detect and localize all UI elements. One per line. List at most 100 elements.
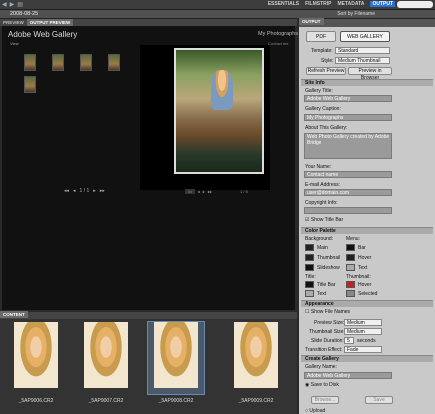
view-link[interactable]: View bbox=[10, 41, 19, 46]
thumbnail-colors-label: Thumbnail: bbox=[346, 274, 371, 280]
section-create-gallery[interactable]: Create Gallery bbox=[301, 355, 433, 362]
section-color-palette[interactable]: Color Palette bbox=[301, 227, 433, 234]
folder-icon[interactable]: ▤ bbox=[17, 1, 23, 8]
bar-label: Bar bbox=[358, 245, 366, 251]
title-bar-label: Title Bar bbox=[317, 282, 336, 288]
thumbnail-bg-color-swatch[interactable] bbox=[305, 254, 314, 261]
gallery-thumbnail[interactable] bbox=[24, 54, 36, 71]
section-appearance[interactable]: Appearance bbox=[301, 300, 433, 307]
show-file-names-label: Show File Names bbox=[310, 309, 351, 315]
gallery-caption: My Photographs bbox=[258, 31, 299, 37]
first-page-icon[interactable]: ◂◂ bbox=[64, 188, 69, 194]
slideshow-label: Slideshow bbox=[317, 265, 340, 271]
preview-size-select[interactable]: Medium bbox=[344, 319, 382, 326]
output-panel-header: OUTPUT bbox=[299, 18, 435, 27]
slideshow-icon[interactable]: ▭ bbox=[185, 189, 195, 194]
thumbnail-size-select[interactable]: Medium bbox=[344, 328, 382, 335]
transition-select[interactable]: Fade bbox=[344, 346, 382, 353]
style-select[interactable]: Medium Thumbnail bbox=[335, 57, 390, 64]
gallery-thumbnail[interactable] bbox=[52, 54, 64, 71]
template-select[interactable]: Standard bbox=[335, 47, 390, 54]
selected-color-swatch[interactable] bbox=[346, 290, 355, 297]
title-text-label: Text bbox=[317, 291, 327, 297]
your-name-field[interactable]: Contact name bbox=[304, 171, 392, 178]
copyright-label: Copyright Info: bbox=[305, 200, 338, 206]
next-page-icon[interactable]: ▸ bbox=[93, 188, 96, 194]
thumbnail-hover-color-swatch[interactable] bbox=[346, 281, 355, 288]
section-site-info[interactable]: Site Info bbox=[301, 79, 433, 86]
bar-color-swatch[interactable] bbox=[346, 244, 355, 251]
pdf-button[interactable]: PDF bbox=[306, 31, 336, 42]
main-color-swatch[interactable] bbox=[305, 244, 314, 251]
gallery-title-field[interactable]: Adobe Web Gallery bbox=[304, 95, 392, 102]
gallery-name-field[interactable]: Adobe Web Gallery bbox=[304, 372, 392, 379]
title-colors-label: Title: bbox=[305, 274, 316, 280]
prev-image-icon[interactable]: ◂ bbox=[198, 189, 200, 194]
file-name: _5AP9007.CR2 bbox=[88, 398, 124, 404]
hover-color-swatch[interactable] bbox=[346, 254, 355, 261]
show-title-bar-checkbox[interactable]: ☑ Show Title Bar bbox=[305, 217, 343, 223]
menu-text-label: Text bbox=[358, 265, 368, 271]
workspace-essentials[interactable]: ESSENTIALS bbox=[268, 1, 299, 7]
contact-link[interactable]: Contact me bbox=[268, 41, 288, 46]
preview-tabs: PREVIEW OUTPUT PREVIEW bbox=[0, 19, 297, 26]
show-file-names-checkbox[interactable]: ☐ Show File Names bbox=[305, 309, 350, 315]
email-label: E-mail Address: bbox=[305, 182, 341, 188]
sort-menu[interactable]: Sort by Filename bbox=[337, 11, 375, 17]
email-field[interactable]: user@domain.com bbox=[304, 189, 392, 196]
next-image-icon[interactable]: ▸▸ bbox=[208, 189, 212, 194]
gallery-thumbnail[interactable] bbox=[80, 54, 92, 71]
slide-duration-field[interactable]: 5 bbox=[344, 337, 354, 344]
main-label: Main bbox=[317, 245, 328, 251]
last-page-icon[interactable]: ▸▸ bbox=[100, 188, 105, 194]
slideshow-color-swatch[interactable] bbox=[305, 264, 314, 271]
image-counter: 1 / 5 bbox=[240, 189, 248, 194]
tab-output-preview[interactable]: OUTPUT PREVIEW bbox=[26, 19, 74, 26]
web-gallery-label: WEB GALLERY bbox=[347, 34, 383, 40]
large-preview-image bbox=[174, 48, 264, 174]
gallery-thumbnail[interactable] bbox=[108, 54, 120, 71]
page-indicator: 1 / 1 bbox=[79, 188, 90, 194]
slide-duration-label: Slide Duration: bbox=[311, 338, 344, 344]
copyright-field[interactable] bbox=[304, 207, 392, 214]
search-input[interactable] bbox=[397, 1, 433, 8]
workspace-output[interactable]: OUTPUT bbox=[370, 1, 395, 7]
save-to-disk-label: Save to Disk bbox=[310, 382, 339, 388]
upload-radio[interactable]: ○ Upload bbox=[305, 408, 325, 414]
breadcrumb-folder[interactable]: 2008-08-25 bbox=[10, 11, 38, 17]
refresh-preview-button[interactable]: Refresh Preview bbox=[306, 67, 346, 75]
web-gallery-button[interactable]: WEB GALLERY bbox=[340, 31, 390, 42]
content-thumbnail[interactable] bbox=[228, 322, 284, 394]
menu-label: Menu: bbox=[346, 236, 360, 242]
workspace-switcher: ESSENTIALS FILMSTRIP METADATA OUTPUT bbox=[268, 1, 395, 7]
save-button[interactable]: Save bbox=[365, 396, 393, 404]
workspace-filmstrip[interactable]: FILMSTRIP bbox=[305, 1, 331, 7]
tab-output[interactable]: OUTPUT bbox=[299, 18, 324, 25]
save-to-disk-radio[interactable]: ◉ Save to Disk bbox=[305, 382, 339, 388]
content-thumbnail[interactable] bbox=[8, 322, 64, 394]
slideshow-controls: ▭ ◂ ▸ ▸▸ bbox=[185, 189, 212, 194]
content-thumbnail[interactable] bbox=[78, 322, 134, 394]
title-text-color-swatch[interactable] bbox=[305, 290, 314, 297]
gallery-caption-field[interactable]: My Photographs bbox=[304, 114, 392, 121]
gallery-thumbnail[interactable] bbox=[24, 76, 36, 93]
browse-button[interactable]: Browse... bbox=[311, 396, 339, 404]
menu-text-color-swatch[interactable] bbox=[346, 264, 355, 271]
tab-content[interactable]: CONTENT bbox=[0, 311, 28, 318]
title-bar-color-swatch[interactable] bbox=[305, 281, 314, 288]
style-label: Style: bbox=[321, 58, 334, 64]
about-gallery-field[interactable]: Web Photo Gallery created by Adobe Bridg… bbox=[304, 133, 392, 159]
play-icon[interactable]: ▸ bbox=[203, 189, 205, 194]
selected-label: Selected bbox=[358, 291, 378, 297]
file-name: _5AP9009.CR2 bbox=[238, 398, 274, 404]
content-thumbnail[interactable] bbox=[147, 321, 205, 395]
preview-in-browser-button[interactable]: Preview in Browser bbox=[348, 67, 392, 81]
back-icon[interactable]: ◀ bbox=[2, 1, 7, 8]
gallery-caption-label: Gallery Caption: bbox=[305, 106, 341, 112]
tab-preview[interactable]: PREVIEW bbox=[0, 19, 27, 26]
page-navigation: ◂◂ ◂ 1 / 1 ▸ ▸▸ bbox=[64, 188, 105, 194]
upload-label: Upload bbox=[309, 408, 326, 414]
prev-page-icon[interactable]: ◂ bbox=[73, 188, 76, 194]
forward-icon[interactable]: ▶ bbox=[10, 1, 15, 8]
workspace-metadata[interactable]: METADATA bbox=[337, 1, 364, 7]
